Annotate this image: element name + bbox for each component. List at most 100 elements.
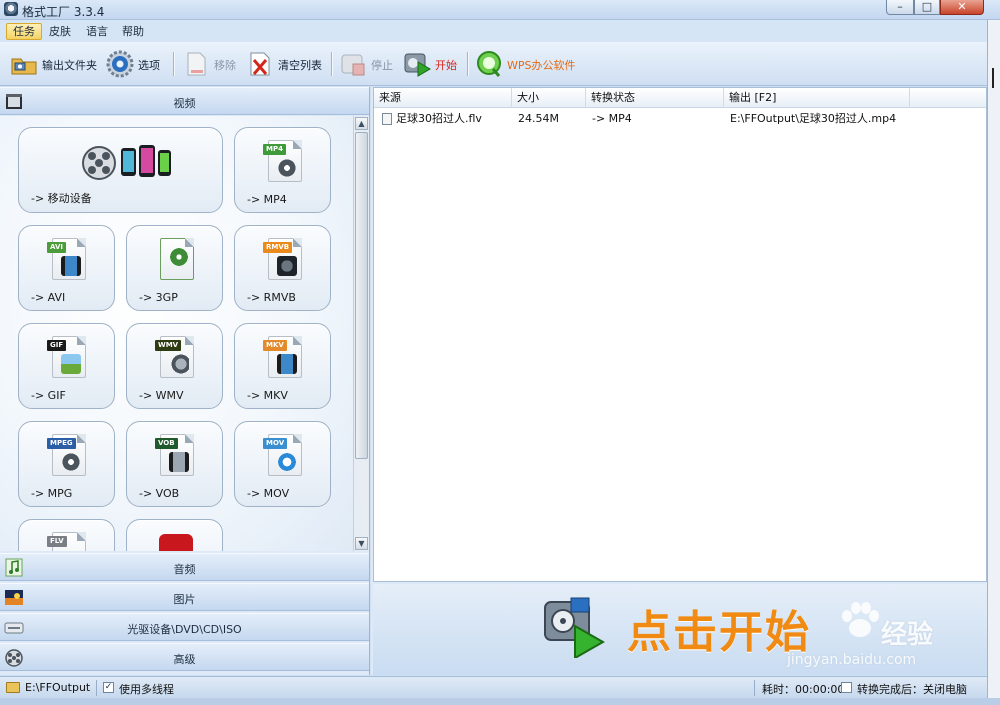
options-label: 选项 — [138, 59, 160, 72]
tile-label: -> RMVB — [247, 291, 296, 304]
status-separator — [96, 680, 97, 696]
window-edge — [987, 20, 1000, 705]
start-conversion-icon[interactable] — [541, 596, 605, 658]
cell-source: 足球30招过人.flv — [396, 112, 482, 125]
window-bottom-border — [0, 698, 1000, 705]
reel-icon — [277, 158, 297, 178]
multithread-checkbox[interactable]: ✓ — [103, 682, 114, 693]
menu-language[interactable]: 语言 — [80, 23, 114, 40]
tile-mov[interactable]: MOV -> MOV — [234, 421, 331, 507]
wps-icon — [477, 51, 501, 77]
format-grid-scrollbar[interactable]: ▲ ▼ — [353, 116, 369, 551]
scroll-down-arrow-icon[interactable]: ▼ — [355, 537, 368, 550]
output-path[interactable]: E:\FFOutput — [25, 681, 90, 694]
toolbar-separator — [173, 52, 174, 76]
stop-icon — [341, 54, 365, 76]
title-bar: 格式工厂 3.3.4 – □ ✕ — [0, 0, 1000, 20]
baidu-watermark: 经验 jingyan.baidu.com — [763, 594, 983, 672]
menu-task[interactable]: 任务 — [6, 23, 42, 40]
video-format-grid: -> 移动设备 MP4 -> MP4 AVI -> AVI -> 3GP RMV… — [0, 116, 353, 551]
stop-label: 停止 — [371, 59, 393, 72]
category-picture-label: 图片 — [173, 593, 196, 606]
paw-icon — [842, 602, 879, 637]
category-rom-device[interactable]: 光驱设备\DVD\CD\ISO — [0, 613, 369, 641]
filmstrip-icon — [61, 256, 81, 276]
edge-mark — [992, 68, 998, 88]
column-status[interactable]: 转换状态 — [586, 88, 724, 108]
status-separator — [754, 680, 755, 696]
folder-icon[interactable] — [6, 682, 20, 693]
tile-label: -> 3GP — [139, 291, 178, 304]
tile-wmv[interactable]: WMV -> WMV — [126, 323, 223, 409]
tile-rmvb[interactable]: RMVB -> RMVB — [234, 225, 331, 311]
cell-size: 24.54M — [518, 112, 559, 125]
mkv-file-icon: MKV — [263, 336, 302, 378]
real-icon — [277, 256, 297, 276]
shutdown-checkbox[interactable] — [841, 682, 852, 693]
tile-mkv[interactable]: MKV -> MKV — [234, 323, 331, 409]
window-title: 格式工厂 3.3.4 — [22, 5, 105, 19]
tile-mp4[interactable]: MP4 -> MP4 — [234, 127, 331, 213]
tile-3gp[interactable]: -> 3GP — [126, 225, 223, 311]
start-button[interactable]: 开始 — [403, 50, 461, 78]
table-row[interactable]: 足球30招过人.flv 24.54M -> MP4 E:\FFOutput\足球… — [374, 110, 986, 128]
category-audio[interactable]: 音频 — [0, 553, 369, 581]
format-tag: AVI — [47, 242, 66, 253]
mp4-file-icon: MP4 — [263, 140, 302, 182]
format-tag: MPEG — [47, 438, 76, 449]
close-button[interactable]: ✕ — [940, 0, 984, 15]
category-video[interactable]: 视频 — [0, 87, 369, 115]
camera-icon — [169, 354, 189, 374]
column-size[interactable]: 大小 — [512, 88, 586, 108]
clear-list-button[interactable]: 清空列表 — [246, 50, 324, 78]
rmvb-file-icon: RMVB — [263, 238, 302, 280]
app-icon — [4, 2, 18, 16]
format-tag: WMV — [155, 340, 182, 351]
avi-file-icon: AVI — [47, 238, 86, 280]
reel-icon — [61, 452, 81, 472]
multithread-label: 使用多线程 — [119, 683, 174, 696]
maximize-icon: □ — [921, 0, 933, 13]
column-output[interactable]: 输出 [F2] — [724, 88, 910, 108]
tile-swf[interactable] — [126, 519, 223, 551]
output-folder-button[interactable]: 输出文件夹 — [10, 50, 102, 78]
file-icon — [382, 113, 392, 125]
task-list-header: 来源 大小 转换状态 输出 [F2] — [374, 88, 986, 108]
minimize-button[interactable]: – — [886, 0, 914, 15]
toolbar-separator — [467, 52, 468, 76]
task-panel: 来源 大小 转换状态 输出 [F2] 足球30招过人.flv 24.54M ->… — [371, 87, 987, 675]
mobile-device-icon — [82, 145, 171, 180]
tile-label: -> MPG — [31, 487, 73, 500]
column-source[interactable]: 来源 — [374, 88, 512, 108]
category-advanced[interactable]: 高级 — [0, 643, 369, 671]
scroll-up-arrow-icon[interactable]: ▲ — [355, 117, 368, 130]
reel-icon — [169, 247, 189, 267]
menu-help[interactable]: 帮助 — [116, 23, 150, 40]
tile-label: -> AVI — [31, 291, 66, 304]
format-tag: MOV — [263, 438, 288, 449]
close-icon: ✕ — [957, 0, 967, 13]
tile-avi[interactable]: AVI -> AVI — [18, 225, 115, 311]
filmstrip-icon — [277, 354, 297, 374]
menu-skin[interactable]: 皮肤 — [43, 23, 77, 40]
category-picture[interactable]: 图片 — [0, 583, 369, 611]
options-button[interactable]: 选项 — [106, 50, 166, 78]
clear-list-icon — [250, 52, 270, 76]
scroll-thumb[interactable] — [355, 132, 368, 459]
wps-office-button[interactable]: WPS办公软件 — [475, 50, 585, 78]
start-banner[interactable]: 点击开始 经验 jingyan.baidu.com — [373, 584, 987, 675]
gear-icon — [106, 50, 134, 78]
maximize-button[interactable]: □ — [914, 0, 940, 15]
tile-mpg[interactable]: MPEG -> MPG — [18, 421, 115, 507]
stop-button[interactable]: 停止 — [339, 50, 397, 78]
tile-vob[interactable]: VOB -> VOB — [126, 421, 223, 507]
picture-icon — [61, 354, 81, 374]
remove-button[interactable]: 移除 — [182, 50, 238, 78]
tile-flv[interactable]: FLV — [18, 519, 115, 551]
vob-file-icon: VOB — [155, 434, 194, 476]
tile-mobile-device[interactable]: -> 移动设备 — [18, 127, 223, 213]
format-tag: VOB — [155, 438, 178, 449]
wps-label: WPS办公软件 — [507, 59, 576, 72]
tile-label: -> MP4 — [247, 193, 287, 206]
tile-gif[interactable]: GIF -> GIF — [18, 323, 115, 409]
